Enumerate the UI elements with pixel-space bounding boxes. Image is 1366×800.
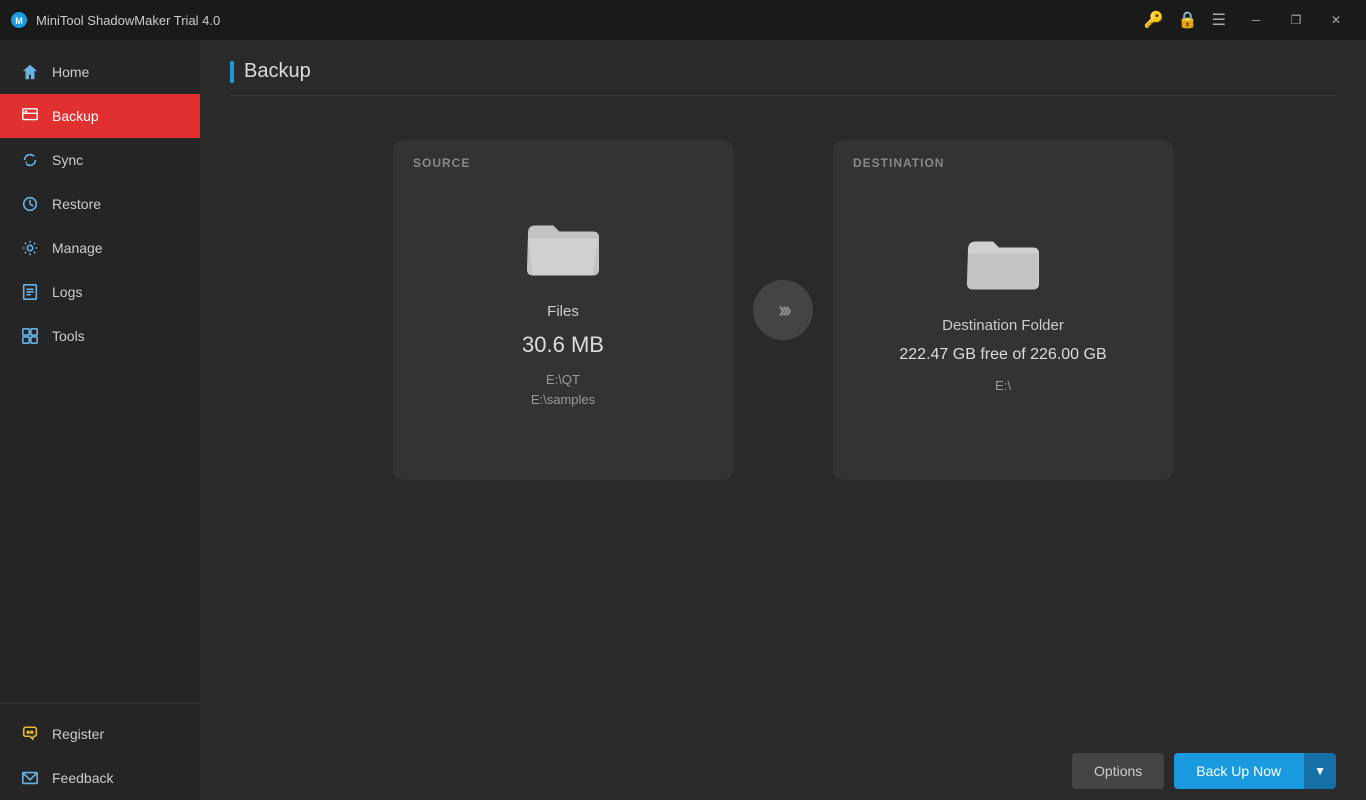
destination-card[interactable]: DESTINATION Destination Folder 222.47 GB… bbox=[833, 140, 1173, 480]
titlebar: M MiniTool ShadowMaker Trial 4.0 🔑 🔒 ☰ ─… bbox=[0, 0, 1366, 40]
backup-dropdown-button[interactable]: ▼ bbox=[1303, 753, 1336, 789]
destination-label: DESTINATION bbox=[853, 156, 944, 170]
source-label: SOURCE bbox=[413, 156, 470, 170]
home-icon bbox=[20, 62, 40, 82]
backup-button-group: Back Up Now ▼ bbox=[1174, 753, 1336, 789]
manage-icon bbox=[20, 238, 40, 258]
sidebar-item-manage[interactable]: Manage bbox=[0, 226, 200, 270]
logs-icon bbox=[20, 282, 40, 302]
restore-icon bbox=[20, 194, 40, 214]
titlebar-controls: 🔑 🔒 ☰ bbox=[1144, 10, 1226, 30]
sidebar-label-manage: Manage bbox=[52, 240, 103, 256]
bottom-bar: Options Back Up Now ▼ bbox=[200, 740, 1366, 800]
sync-icon bbox=[20, 150, 40, 170]
register-icon bbox=[20, 724, 40, 744]
sidebar-item-register[interactable]: Register bbox=[0, 712, 200, 756]
sidebar-label-tools: Tools bbox=[52, 328, 85, 344]
sidebar-item-backup[interactable]: Backup bbox=[0, 94, 200, 138]
sidebar-item-sync[interactable]: Sync bbox=[0, 138, 200, 182]
sidebar-item-tools[interactable]: Tools bbox=[0, 314, 200, 358]
options-button[interactable]: Options bbox=[1072, 753, 1164, 789]
sidebar-label-home: Home bbox=[52, 64, 89, 80]
sidebar-item-home[interactable]: Home bbox=[0, 50, 200, 94]
sidebar-label-feedback: Feedback bbox=[52, 770, 113, 786]
sidebar-item-restore[interactable]: Restore bbox=[0, 182, 200, 226]
page-title: Backup bbox=[244, 60, 311, 83]
app-logo: M bbox=[10, 11, 28, 29]
source-size: 30.6 MB bbox=[522, 332, 604, 358]
sidebar: Home Backup Sync bbox=[0, 40, 200, 800]
backup-now-button[interactable]: Back Up Now bbox=[1174, 753, 1303, 789]
sidebar-label-restore: Restore bbox=[52, 196, 101, 212]
app-title: MiniTool ShadowMaker Trial 4.0 bbox=[36, 13, 1144, 28]
source-card[interactable]: SOURCE Files 30.6 MB E:\QTE:\samples bbox=[393, 140, 733, 480]
source-type: Files bbox=[547, 303, 579, 320]
sidebar-label-logs: Logs bbox=[52, 284, 82, 300]
title-accent bbox=[230, 61, 234, 83]
svg-text:M: M bbox=[15, 16, 23, 26]
backup-icon bbox=[20, 106, 40, 126]
page-header: Backup bbox=[230, 60, 1336, 96]
key-icon[interactable]: 🔑 bbox=[1144, 10, 1164, 30]
main-content: Backup SOURCE Files 30.6 MB E:\QTE:\samp… bbox=[200, 40, 1366, 800]
sidebar-label-sync: Sync bbox=[52, 152, 83, 168]
destination-type: Destination Folder bbox=[942, 317, 1064, 334]
window-controls: ─ ❐ ✕ bbox=[1236, 0, 1356, 40]
destination-folder-icon bbox=[963, 225, 1043, 295]
close-button[interactable]: ✕ bbox=[1316, 0, 1356, 40]
sidebar-label-register: Register bbox=[52, 726, 104, 742]
forward-arrows-icon: ››› bbox=[778, 297, 788, 323]
menu-icon[interactable]: ☰ bbox=[1212, 10, 1226, 30]
arrow-button[interactable]: ››› bbox=[753, 280, 813, 340]
sidebar-item-feedback[interactable]: Feedback bbox=[0, 756, 200, 800]
sidebar-bottom: Register Feedback bbox=[0, 703, 200, 800]
backup-area: SOURCE Files 30.6 MB E:\QTE:\samples ››› bbox=[230, 120, 1336, 780]
minimize-button[interactable]: ─ bbox=[1236, 0, 1276, 40]
sidebar-item-logs[interactable]: Logs bbox=[0, 270, 200, 314]
source-paths: E:\QTE:\samples bbox=[531, 370, 595, 409]
lock-icon[interactable]: 🔒 bbox=[1178, 10, 1198, 30]
sidebar-spacer bbox=[0, 358, 200, 703]
destination-path: E:\ bbox=[995, 376, 1011, 396]
feedback-icon bbox=[20, 768, 40, 788]
sidebar-label-backup: Backup bbox=[52, 108, 99, 124]
main-layout: Home Backup Sync bbox=[0, 40, 1366, 800]
restore-button[interactable]: ❐ bbox=[1276, 0, 1316, 40]
source-folder-icon bbox=[523, 211, 603, 281]
tools-icon bbox=[20, 326, 40, 346]
destination-free-space: 222.47 GB free of 226.00 GB bbox=[899, 346, 1106, 364]
